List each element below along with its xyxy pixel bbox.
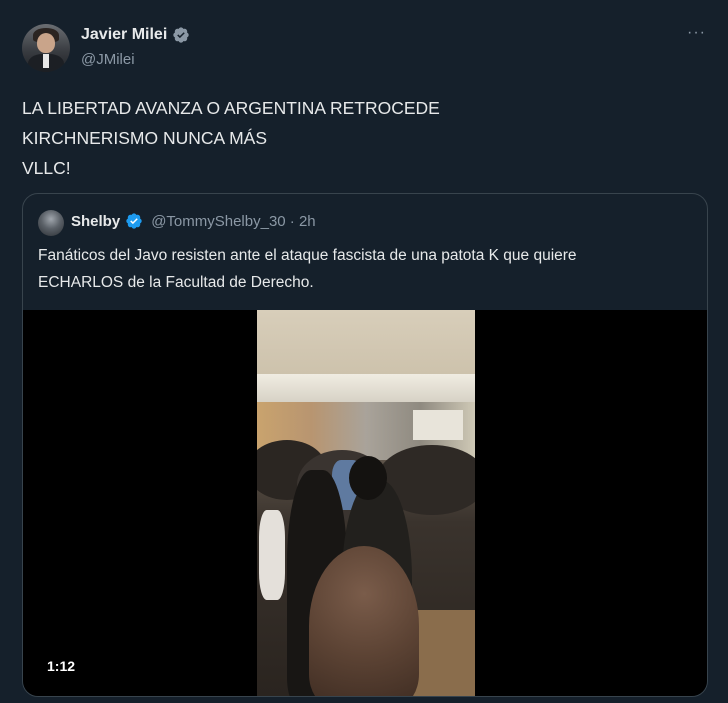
author-display-name[interactable]: Javier Milei (81, 26, 167, 44)
video-thumbnail (257, 310, 475, 696)
verified-badge-icon (172, 26, 190, 44)
author-handle[interactable]: @JMilei (81, 51, 135, 68)
video-player[interactable]: 1:12 (23, 310, 707, 696)
verified-badge-icon (125, 212, 143, 230)
quoted-text: Fanáticos del Javo resisten ante el ataq… (38, 242, 698, 296)
quoted-display-name: Shelby (71, 212, 121, 230)
tweet-text-line: VLLC! (22, 158, 71, 178)
tweet-text-line: LA LIBERTAD AVANZA O ARGENTINA RETROCEDE (22, 98, 440, 118)
quoted-text-line: Fanáticos del Javo resisten ante el ataq… (38, 247, 577, 264)
quoted-tweet[interactable]: Shelby @TommyShelby_30 · 2h Fanáticos de… (22, 193, 708, 697)
avatar-face (37, 33, 55, 53)
quoted-author-avatar (38, 210, 64, 236)
quoted-header: Shelby @TommyShelby_30 · 2h (71, 212, 316, 230)
quoted-text-line: ECHARLOS de la Facultad de Derecho. (38, 274, 314, 291)
tweet-text-line: KIRCHNERISMO NUNCA MÁS (22, 128, 268, 148)
author-avatar[interactable] (22, 24, 70, 72)
quoted-handle-time: @TommyShelby_30 · 2h (151, 212, 316, 230)
tweet-text: LA LIBERTAD AVANZA O ARGENTINA RETROCEDE… (22, 93, 702, 183)
avatar-shirt (43, 54, 49, 68)
more-options-icon[interactable]: ··· (687, 24, 706, 42)
author-name-row: Javier Milei (81, 26, 190, 44)
tweet: Javier Milei @JMilei ··· LA LIBERTAD AVA… (0, 0, 728, 703)
video-duration: 1:12 (39, 656, 84, 676)
